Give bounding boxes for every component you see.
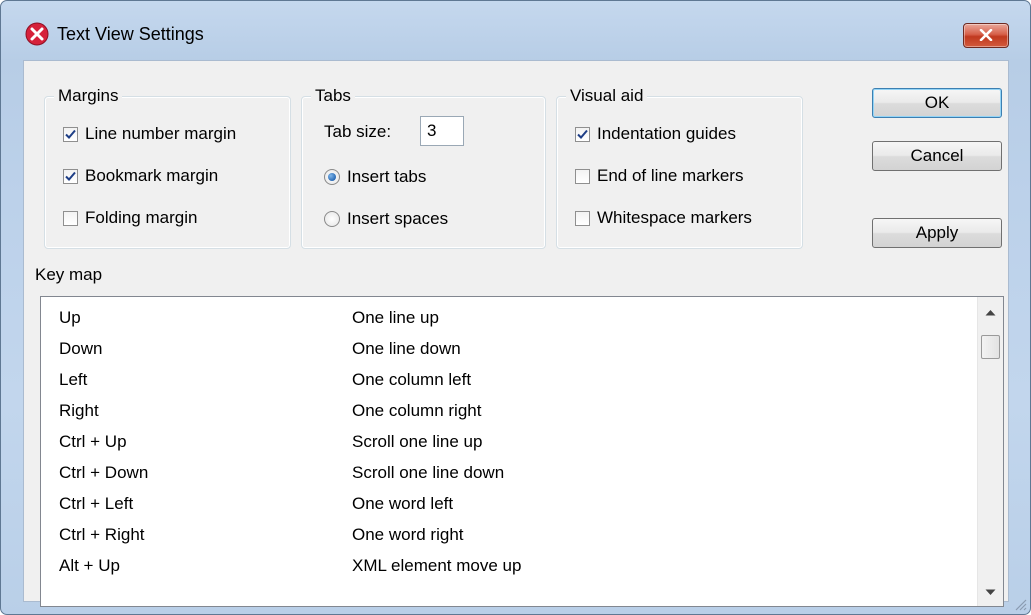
- insert-spaces-radio[interactable]: Insert spaces: [324, 208, 448, 230]
- key-cell: Right: [59, 401, 99, 420]
- checkbox-box[interactable]: [575, 168, 590, 184]
- margins-group-label: Margins: [54, 86, 123, 106]
- vertical-scrollbar[interactable]: [977, 297, 1003, 606]
- key-cell: Ctrl + Left: [59, 494, 134, 513]
- checkbox-box[interactable]: [575, 126, 590, 142]
- apply-button[interactable]: Apply: [872, 218, 1002, 248]
- key-cell: Ctrl + Down: [59, 463, 149, 482]
- list-item[interactable]: Ctrl + Right One word right: [41, 519, 969, 550]
- list-item[interactable]: Alt + Up XML element move up: [41, 550, 969, 581]
- check-icon: [65, 129, 76, 139]
- scrollbar-thumb[interactable]: [981, 335, 1000, 359]
- action-cell: One line up: [352, 308, 439, 327]
- tab-size-label: Tab size:: [324, 121, 391, 143]
- action-cell: One word right: [352, 525, 464, 544]
- list-item[interactable]: Ctrl + Down Scroll one line down: [41, 457, 969, 488]
- key-cell: Up: [59, 308, 81, 327]
- visual-aid-group-label: Visual aid: [566, 86, 648, 106]
- list-item[interactable]: Ctrl + Left One word left: [41, 488, 969, 519]
- line-number-margin-label: Line number margin: [85, 124, 237, 143]
- key-cell: Ctrl + Up: [59, 432, 127, 451]
- app-logo-icon: [25, 22, 49, 46]
- action-cell: Scroll one line up: [352, 432, 483, 451]
- close-button[interactable]: [963, 23, 1009, 48]
- checkbox-box[interactable]: [63, 210, 78, 226]
- check-icon: [65, 171, 76, 181]
- whitespace-markers-checkbox[interactable]: Whitespace markers: [575, 207, 752, 229]
- insert-spaces-label: Insert spaces: [347, 209, 449, 228]
- line-number-margin-checkbox[interactable]: Line number margin: [63, 123, 236, 145]
- checkbox-box[interactable]: [575, 210, 590, 226]
- action-cell: XML element move up: [352, 556, 522, 575]
- list-item[interactable]: Up One line up: [41, 302, 969, 333]
- insert-tabs-label: Insert tabs: [347, 167, 427, 186]
- keymap-label: Key map: [35, 265, 103, 284]
- key-cell: Ctrl + Right: [59, 525, 145, 544]
- key-cell: Down: [59, 339, 103, 358]
- key-cell: Alt + Up: [59, 556, 120, 575]
- list-item[interactable]: Down One line down: [41, 333, 969, 364]
- action-cell: One word left: [352, 494, 454, 513]
- radio-button[interactable]: [324, 211, 340, 227]
- title-bar[interactable]: Text View Settings: [1, 1, 1030, 48]
- end-of-line-markers-label: End of line markers: [597, 166, 744, 185]
- action-cell: One column right: [352, 401, 482, 420]
- folding-margin-label: Folding margin: [85, 208, 198, 227]
- checkbox-box[interactable]: [63, 126, 78, 142]
- scroll-up-arrow-icon[interactable]: [985, 309, 996, 316]
- window-title: Text View Settings: [57, 24, 204, 44]
- list-item[interactable]: Ctrl + Up Scroll one line up: [41, 426, 969, 457]
- action-cell: One column left: [352, 370, 472, 389]
- end-of-line-markers-checkbox[interactable]: End of line markers: [575, 165, 743, 187]
- action-cell: Scroll one line down: [352, 463, 505, 482]
- scroll-down-arrow-icon[interactable]: [985, 589, 996, 596]
- tab-size-label-text: Tab size:: [324, 122, 392, 141]
- close-icon: [979, 29, 993, 41]
- indentation-guides-label: Indentation guides: [597, 124, 736, 143]
- bookmark-margin-checkbox[interactable]: Bookmark margin: [63, 165, 218, 187]
- checkbox-box[interactable]: [63, 168, 78, 184]
- ok-button[interactable]: OK: [872, 88, 1002, 118]
- bookmark-margin-label: Bookmark margin: [85, 166, 219, 185]
- tabs-group-label: Tabs: [311, 86, 355, 106]
- folding-margin-checkbox[interactable]: Folding margin: [63, 207, 197, 229]
- action-cell: One line down: [352, 339, 461, 358]
- list-item[interactable]: Left One column left: [41, 364, 969, 395]
- insert-tabs-radio[interactable]: Insert tabs: [324, 166, 426, 188]
- indentation-guides-checkbox[interactable]: Indentation guides: [575, 123, 736, 145]
- keymap-list[interactable]: Up One line up Down One line down Left O…: [40, 296, 1004, 607]
- check-icon: [577, 129, 588, 139]
- radio-selected-dot: [328, 173, 336, 181]
- resize-grip-icon[interactable]: [1013, 597, 1027, 611]
- list-item[interactable]: Right One column right: [41, 395, 969, 426]
- cancel-button[interactable]: Cancel: [872, 141, 1002, 171]
- radio-button[interactable]: [324, 169, 340, 185]
- tab-size-input[interactable]: 3: [420, 116, 464, 146]
- whitespace-markers-label: Whitespace markers: [597, 208, 752, 227]
- key-cell: Left: [59, 370, 88, 389]
